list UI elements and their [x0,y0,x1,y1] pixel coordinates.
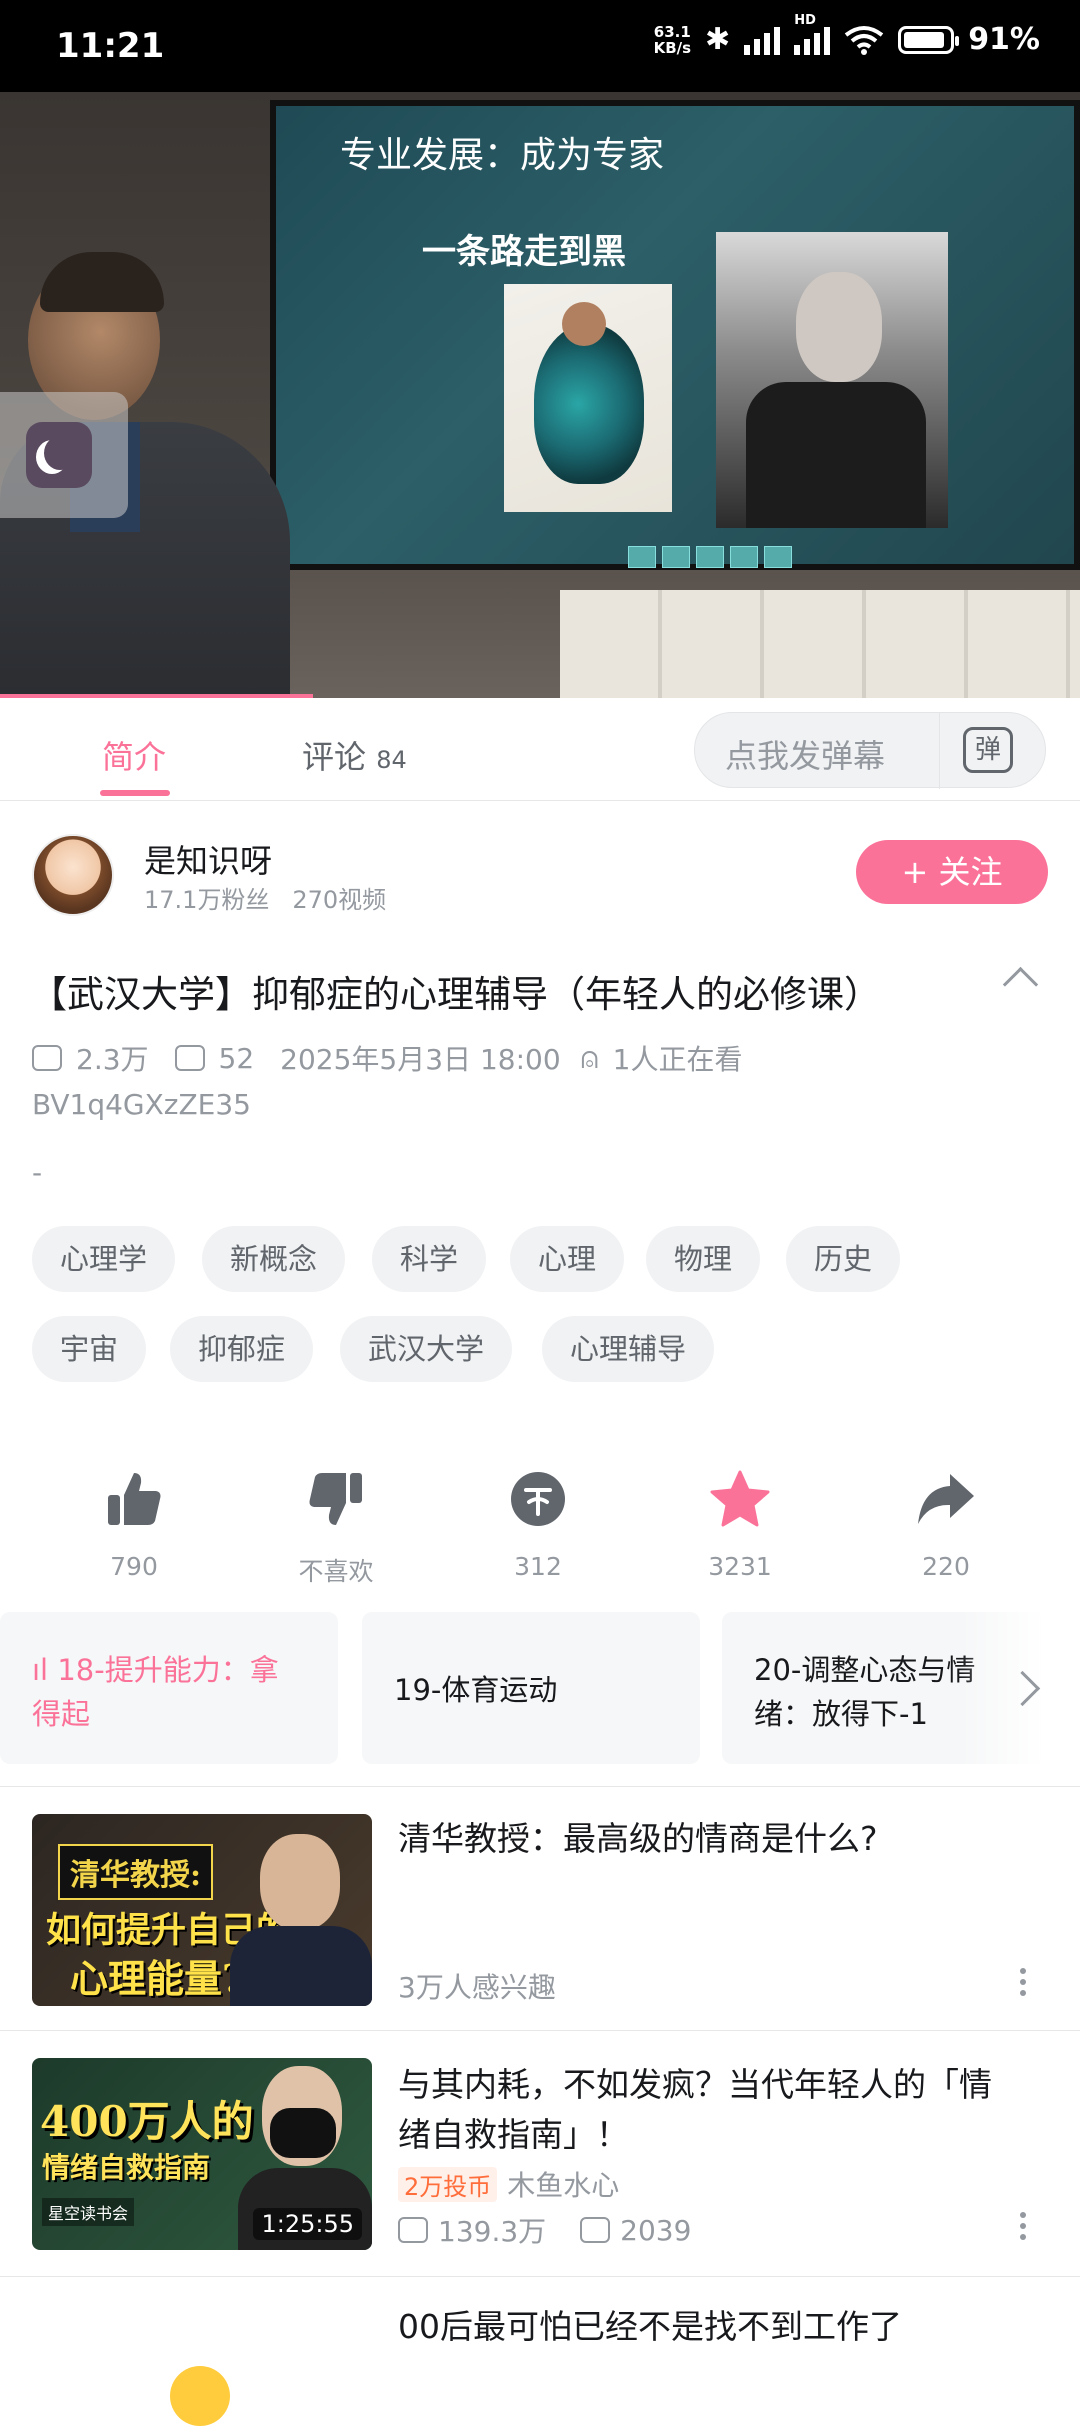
favorite-button[interactable]: 3231 [670,1464,810,1581]
tag-item[interactable]: 抑郁症 [170,1316,314,1382]
tab-active-indicator [100,790,170,796]
star-icon [710,1470,770,1527]
signal-hd-icon: HD [794,13,831,55]
rec-stats: 139.3万 2039 [398,2210,691,2250]
follow-button[interactable]: + 关注 [856,840,1048,904]
share-icon [918,1474,974,1524]
playlist-item[interactable]: 19-体育运动 [362,1612,700,1764]
video-description: - [32,1156,43,1189]
slide-controls [628,546,792,568]
coin-count: 312 [514,1552,562,1581]
status-time: 11:21 [56,26,165,66]
coin-button[interactable]: 312 [468,1464,608,1581]
danmaku-count-icon [174,1045,205,1071]
more-options-icon[interactable] [1020,2212,1026,2245]
collapse-chevron-icon[interactable] [1002,966,1039,1003]
comments-count: 84 [376,746,407,774]
net-speed: 63.1 KB/s [653,22,692,57]
dislike-button[interactable]: 不喜欢 [266,1464,406,1588]
dislike-label: 不喜欢 [298,1557,374,1586]
danmaku-count-icon [580,2217,611,2243]
wifi-icon [844,25,884,55]
divider [0,2276,1080,2277]
slide-portrait [716,232,948,528]
tag-item[interactable]: 武汉大学 [340,1316,513,1382]
coin-icon [511,1472,565,1526]
tab-comments[interactable]: 评论 84 [302,732,407,778]
slide-subtitle: 一条路走到黑 [422,232,626,272]
tag-item[interactable]: 心理 [510,1226,625,1292]
bluetooth-icon: ✱ [705,22,731,57]
rec-duration: 1:25:55 [253,2208,362,2240]
rec-author[interactable]: 木鱼水心 [507,2169,619,2202]
like-button[interactable]: 790 [64,1464,204,1581]
share-count: 220 [922,1552,970,1581]
emoji-thumbnail [170,2366,230,2426]
thumbs-down-icon [309,1473,362,1525]
viewers-icon: ⍝ [580,1040,599,1076]
status-bar: 11:21 63.1 KB/s ✱ HD 91% [0,0,1080,92]
battery-icon [898,25,960,54]
danmaku-toggle-icon[interactable]: 弹 [963,727,1013,773]
rec-title[interactable]: 与其内耗，不如发疯？当代年轻人的「情 绪自救指南」！ [398,2060,1048,2160]
like-count: 790 [110,1552,158,1581]
bvid[interactable]: BV1q4GXzZE35 [32,1088,251,1121]
uploader-name[interactable]: 是知识呀 [144,836,272,882]
watching-now: 1人正在看 [612,1043,743,1076]
rec-thumbnail[interactable]: 400万人的 情绪自救指南 星空读书会 1:25:55 [32,2058,372,2250]
tag-item[interactable]: 科学 [372,1226,487,1292]
thumbs-up-icon [108,1473,161,1525]
slide-title: 专业发展：成为专家 [340,135,665,176]
tab-bar: 简介 评论 84 点我发弹幕 弹 [0,698,1080,801]
divider [0,2030,1080,2031]
divider [0,1786,1080,1787]
danmaku-input[interactable]: 点我发弹幕 弹 [694,712,1046,789]
danmaku-placeholder: 点我发弹幕 [725,737,886,775]
tag-item[interactable]: 物理 [646,1226,761,1292]
play-count-icon [398,2217,428,2243]
rec-title[interactable]: 00后最可怕已经不是找不到工作了 [398,2302,1048,2352]
play-count-icon [32,1045,62,1071]
publish-date: 2025年5月3日 18:00 [280,1043,561,1076]
more-options-icon[interactable] [1020,1968,1026,2001]
tag-item[interactable]: 心理辅导 [542,1316,715,1382]
playlist-item[interactable]: ıl 18-提升能力：拿 得起 [0,1612,338,1764]
rec-interest: 3万人感兴趣 [398,1971,556,2004]
rec-title[interactable]: 清华教授：最高级的情商是什么? [398,1814,1048,1864]
signal-icon [744,25,781,55]
uploader-stats: 17.1万粉丝 270视频 [144,886,387,914]
uploader-avatar[interactable] [32,834,114,916]
tag-item[interactable]: 心理学 [32,1226,176,1292]
video-meta: 2.3万 52 2025年5月3日 18:00 ⍝ 1人正在看 [32,1038,742,1078]
thumb-person [260,1834,340,1930]
favorite-count: 3231 [708,1552,772,1581]
rec-thumbnail[interactable]: 清华教授: 如何提升自己的 心理能量? [32,1814,372,2006]
tag-item[interactable]: 新概念 [202,1226,346,1292]
slide-screen: 专业发展：成为专家 一条路走到黑 [270,100,1080,570]
status-icons: 63.1 KB/s ✱ HD 91% [653,13,1040,58]
slide-painting [504,284,672,512]
video-player[interactable]: 专业发展：成为专家 一条路走到黑 [0,92,1080,698]
video-title: 【武汉大学】抑郁症的心理辅导（年轻人的必修课） [30,973,881,1016]
tag-item[interactable]: 宇宙 [32,1316,147,1382]
rec-badge: 2万投币 [398,2167,498,2202]
night-mode-button[interactable] [0,392,128,518]
share-button[interactable]: 220 [876,1464,1016,1581]
moon-icon [26,422,92,488]
tag-item[interactable]: 历史 [786,1226,901,1292]
rec-author-row: 2万投币 木鱼水心 [398,2164,619,2204]
battery-percent: 91% [968,22,1040,57]
tab-intro[interactable]: 简介 [102,732,166,778]
